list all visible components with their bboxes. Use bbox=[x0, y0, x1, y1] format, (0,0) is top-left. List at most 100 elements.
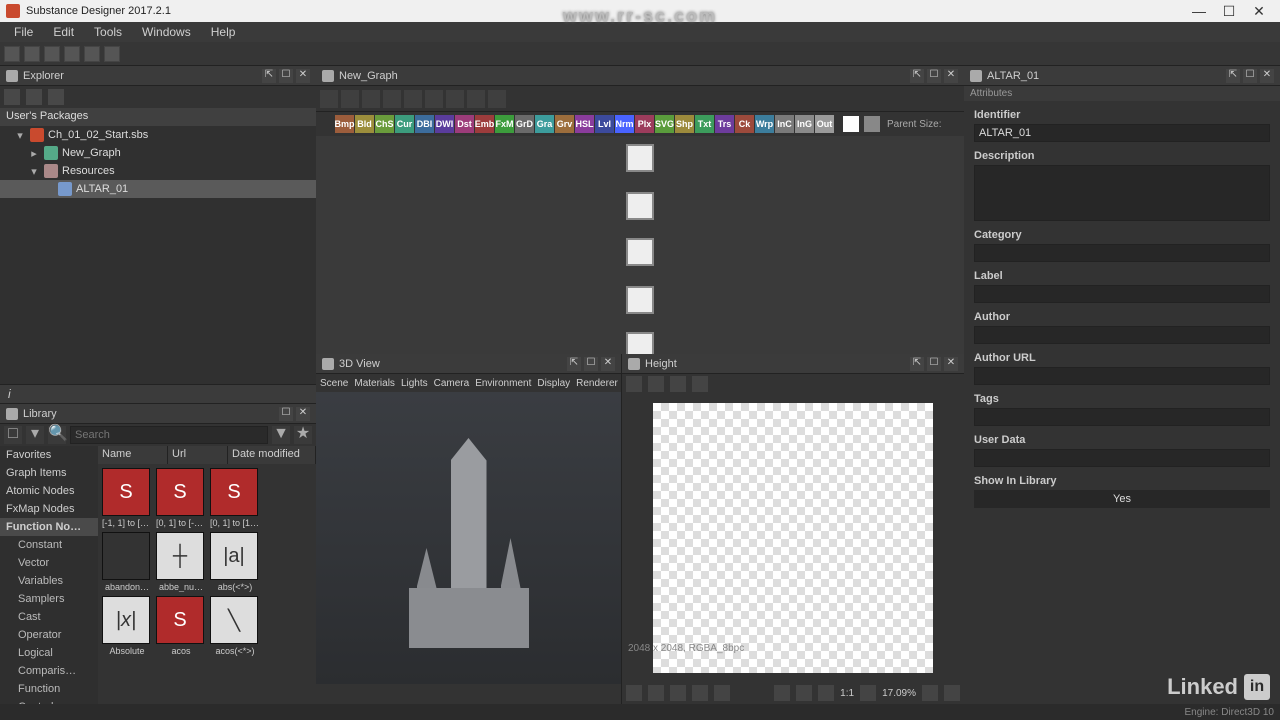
explorer-pin-button[interactable]: ⇱ bbox=[262, 69, 276, 83]
input-category[interactable] bbox=[974, 244, 1270, 262]
palette-white-swatch[interactable] bbox=[843, 116, 859, 132]
lib-item-a[interactable]: S[-1, 1] to [0,1] bbox=[102, 468, 152, 528]
view3d-menu-camera[interactable]: Camera bbox=[434, 378, 470, 389]
height-tool-2[interactable] bbox=[648, 376, 664, 392]
explorer-options[interactable] bbox=[48, 89, 64, 105]
libcat-control[interactable]: Control bbox=[0, 698, 98, 704]
palette-chip-trs[interactable]: Trs bbox=[715, 115, 734, 133]
col-date[interactable]: Date modified bbox=[228, 446, 316, 464]
palette-chip-shp[interactable]: Shp bbox=[675, 115, 694, 133]
libcat-samplers[interactable]: Samplers bbox=[0, 590, 98, 608]
height-pin[interactable]: ⇱ bbox=[910, 357, 924, 371]
props-pin[interactable]: ⇱ bbox=[1226, 69, 1240, 83]
hbtn-5[interactable] bbox=[714, 685, 730, 701]
props-attributes-tab[interactable]: Attributes bbox=[964, 86, 1280, 101]
hbtn-2[interactable] bbox=[648, 685, 664, 701]
palette-chip-dwl[interactable]: DWl bbox=[435, 115, 454, 133]
menu-edit[interactable]: Edit bbox=[43, 23, 84, 41]
library-close-button[interactable]: ✕ bbox=[296, 407, 310, 421]
palette-chip-grd[interactable]: GrD bbox=[515, 115, 534, 133]
palette-chip-chs[interactable]: ChS bbox=[375, 115, 394, 133]
library-fav-button[interactable]: ★ bbox=[294, 426, 312, 444]
view3d-menu-display[interactable]: Display bbox=[537, 378, 570, 389]
palette-chip-ing[interactable]: InG bbox=[795, 115, 814, 133]
palette-chip-gra[interactable]: Gra bbox=[535, 115, 554, 133]
libcat-graphitems[interactable]: Graph Items bbox=[0, 464, 98, 482]
height-tool-1[interactable] bbox=[626, 376, 642, 392]
graph-tool-3[interactable] bbox=[362, 90, 380, 108]
maximize-button[interactable]: ☐ bbox=[1214, 3, 1244, 20]
tree-graph[interactable]: ▸ New_Graph bbox=[0, 144, 316, 162]
redo-button[interactable] bbox=[104, 46, 120, 62]
palette-chip-svg[interactable]: SVG bbox=[655, 115, 674, 133]
palette-chip-inc[interactable]: InC bbox=[775, 115, 794, 133]
graph-tool-9[interactable] bbox=[488, 90, 506, 108]
close-button[interactable]: ✕ bbox=[1244, 3, 1274, 20]
input-description[interactable] bbox=[974, 165, 1270, 221]
libcat-favorites[interactable]: Favorites bbox=[0, 446, 98, 464]
hbtn-info[interactable] bbox=[774, 685, 790, 701]
hbtn-zoom-in[interactable] bbox=[922, 685, 938, 701]
menu-windows[interactable]: Windows bbox=[132, 23, 201, 41]
palette-chip-fxm[interactable]: FxM bbox=[495, 115, 514, 133]
libcat-variables[interactable]: Variables bbox=[0, 572, 98, 590]
libcat-cast[interactable]: Cast bbox=[0, 608, 98, 626]
output-node-5[interactable] bbox=[626, 332, 654, 354]
output-node-4[interactable] bbox=[626, 286, 654, 314]
new-button[interactable] bbox=[4, 46, 20, 62]
save-button[interactable] bbox=[44, 46, 60, 62]
lib-item-e[interactable]: ┼abbe_nu… bbox=[156, 532, 206, 592]
lib-item-c[interactable]: S[0, 1] to [1, 0] bbox=[210, 468, 260, 528]
open-button[interactable] bbox=[24, 46, 40, 62]
height-max[interactable]: ☐ bbox=[927, 357, 941, 371]
input-authorurl[interactable] bbox=[974, 367, 1270, 385]
col-url[interactable]: Url bbox=[168, 446, 228, 464]
graph-tool-5[interactable] bbox=[404, 90, 422, 108]
height-close[interactable]: ✕ bbox=[944, 357, 958, 371]
output-node-3[interactable] bbox=[626, 238, 654, 266]
tree-resources[interactable]: ▾ Resources bbox=[0, 162, 316, 180]
palette-menu[interactable] bbox=[320, 117, 334, 131]
view3d-close[interactable]: ✕ bbox=[601, 357, 615, 371]
libcat-operator[interactable]: Operator bbox=[0, 626, 98, 644]
graph-tool-1[interactable] bbox=[320, 90, 338, 108]
library-filter2-button[interactable]: ▼ bbox=[272, 426, 290, 444]
lib-item-d[interactable]: abandon… bbox=[102, 532, 152, 592]
palette-chip-lvl[interactable]: Lvl bbox=[595, 115, 614, 133]
hbtn-4[interactable] bbox=[692, 685, 708, 701]
view3d-max[interactable]: ☐ bbox=[584, 357, 598, 371]
libcat-comparis[interactable]: Comparis… bbox=[0, 662, 98, 680]
props-tab-title[interactable]: ALTAR_01 bbox=[987, 70, 1039, 82]
palette-chip-bld[interactable]: Bld bbox=[355, 115, 374, 133]
graph-max-button[interactable]: ☐ bbox=[927, 69, 941, 83]
view3d-menu-scene[interactable]: Scene bbox=[320, 378, 348, 389]
graph-close-button[interactable]: ✕ bbox=[944, 69, 958, 83]
palette-chip-out[interactable]: Out bbox=[815, 115, 834, 133]
hbtn-zoom-out[interactable] bbox=[860, 685, 876, 701]
tree-altar[interactable]: ALTAR_01 bbox=[0, 180, 316, 198]
palette-gray-swatch[interactable] bbox=[864, 116, 880, 132]
palette-chip-bmp[interactable]: Bmp bbox=[335, 115, 354, 133]
graph-tool-8[interactable] bbox=[467, 90, 485, 108]
output-node-2[interactable] bbox=[626, 192, 654, 220]
libcat-logical[interactable]: Logical bbox=[0, 644, 98, 662]
lib-item-i[interactable]: ╲acos(<*>) bbox=[210, 596, 260, 656]
libcat-atomic[interactable]: Atomic Nodes bbox=[0, 482, 98, 500]
save-all-button[interactable] bbox=[64, 46, 80, 62]
library-max-button[interactable]: ☐ bbox=[279, 407, 293, 421]
minimize-button[interactable]: — bbox=[1184, 3, 1214, 19]
graph-tool-6[interactable] bbox=[425, 90, 443, 108]
explorer-close-button[interactable]: ✕ bbox=[296, 69, 310, 83]
view3d-pin[interactable]: ⇱ bbox=[567, 357, 581, 371]
hbtn-tile[interactable] bbox=[818, 685, 834, 701]
library-search-input[interactable] bbox=[70, 426, 268, 444]
props-max[interactable]: ☐ bbox=[1243, 69, 1257, 83]
height-viewport[interactable]: 2048 x 2048, RGBA_8bpc bbox=[622, 394, 964, 682]
explorer-max-button[interactable]: ☐ bbox=[279, 69, 293, 83]
input-label[interactable] bbox=[974, 285, 1270, 303]
hbtn-3[interactable] bbox=[670, 685, 686, 701]
libcat-vector[interactable]: Vector bbox=[0, 554, 98, 572]
height-tool-3[interactable] bbox=[670, 376, 686, 392]
palette-chip-cur[interactable]: Cur bbox=[395, 115, 414, 133]
libcat-fxmap[interactable]: FxMap Nodes bbox=[0, 500, 98, 518]
